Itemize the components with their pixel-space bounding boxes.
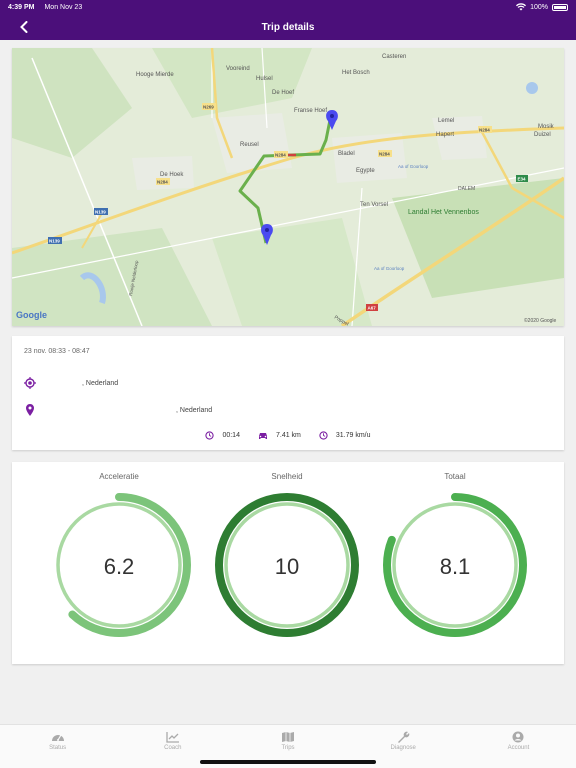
map-label: Bladel — [338, 151, 355, 157]
map-label: Reusel — [240, 142, 259, 148]
map-attribution: ©2020 Google — [524, 317, 557, 324]
map-label: De Hoef — [272, 90, 294, 96]
wifi-icon — [516, 3, 527, 11]
chart-icon — [166, 732, 179, 743]
score-label: Acceleratie — [99, 472, 139, 481]
scores-card: Acceleratie 6.2 Snelheid 10 Totaal 8.1 — [12, 462, 564, 664]
road-shield: N284 — [275, 153, 286, 158]
end-address-text: , Nederland — [176, 406, 213, 414]
map-label: Aa of Goorloop — [398, 164, 429, 169]
map-label: De Hoek — [160, 172, 184, 178]
battery-percentage: 100% — [530, 3, 548, 11]
start-address: , Nederland — [24, 377, 118, 389]
google-logo: Google — [16, 310, 47, 320]
road-shield: N284 — [157, 180, 168, 185]
trip-info-card: 23 nov. 08:33 - 08:47 , Nederland , Nede… — [12, 336, 564, 450]
chevron-left-icon — [20, 21, 28, 33]
road-shield: A67 — [368, 306, 377, 311]
map-label: Landal Het Vennenbos — [408, 209, 479, 216]
map-icon — [282, 732, 294, 742]
map-label: Duizel — [534, 132, 551, 138]
speed-clock-icon — [319, 431, 328, 440]
score-total: Totaal 8.1 — [380, 462, 530, 662]
score-speed: Snelheid 10 — [212, 462, 362, 662]
map-label: Ten Vorsel — [360, 202, 388, 208]
trip-avg-speed: 31.79 km/u — [319, 431, 371, 440]
road-shield: N284 — [479, 128, 490, 133]
score-label: Snelheid — [271, 472, 303, 481]
location-pin-icon — [26, 404, 34, 416]
map-label: Mosik — [538, 124, 555, 130]
trip-stats: 00:14 7.41 km 31.79 km/u — [12, 431, 564, 440]
page-title: Trip details — [261, 21, 315, 33]
map-label: Vooreind — [226, 66, 250, 72]
map-label: Franse Hoef — [294, 108, 327, 114]
status-bar: 4:39 PM Mon Nov 23 100% — [0, 0, 576, 14]
tab-status[interactable]: Status — [0, 725, 115, 768]
road-shield: N284 — [379, 152, 390, 157]
trip-map[interactable]: Casteren Vooreind Hooge Mierde Hulsel He… — [12, 48, 564, 326]
map-label: Het Bosch — [342, 70, 370, 76]
trip-distance: 7.41 km — [258, 431, 301, 440]
map-label: Hooge Mierde — [136, 72, 174, 78]
status-time: 4:39 PM — [8, 3, 35, 11]
trip-datetime: 23 nov. 08:33 - 08:47 — [24, 348, 90, 355]
road-shield: E34 — [518, 177, 527, 182]
road-shield: N269 — [203, 105, 214, 110]
home-indicator[interactable] — [200, 760, 376, 764]
wrench-icon — [398, 731, 410, 743]
map-label: Aa of Goorloop — [374, 266, 405, 271]
tab-account[interactable]: Account — [461, 725, 576, 768]
road-shield: N139 — [95, 210, 106, 215]
map-label: Lemel — [438, 118, 454, 124]
score-value: 8.1 — [439, 554, 471, 579]
start-location-icon — [24, 377, 36, 389]
map-label: Hulsel — [256, 76, 273, 82]
map-label: Egypte — [356, 168, 375, 174]
map-label: DALEM — [458, 186, 475, 192]
status-date: Mon Nov 23 — [44, 3, 83, 11]
header: Trip details — [0, 14, 576, 40]
end-address: , Nederland — [24, 404, 212, 416]
start-address-text: , Nederland — [82, 379, 119, 387]
person-icon — [512, 731, 524, 743]
score-label: Totaal — [444, 472, 466, 481]
battery-icon — [552, 3, 568, 11]
car-icon — [258, 432, 267, 439]
road-shield: N139 — [49, 239, 60, 244]
map-label: Hapert — [436, 132, 454, 138]
back-button[interactable] — [16, 19, 32, 35]
score-value: 10 — [274, 554, 300, 579]
map-label: Casteren — [382, 54, 406, 60]
trip-duration: 00:14 — [205, 431, 240, 440]
score-acceleration: Acceleratie 6.2 — [44, 462, 194, 662]
speedometer-icon — [51, 734, 64, 741]
score-value: 6.2 — [103, 554, 135, 579]
clock-icon — [205, 431, 215, 440]
